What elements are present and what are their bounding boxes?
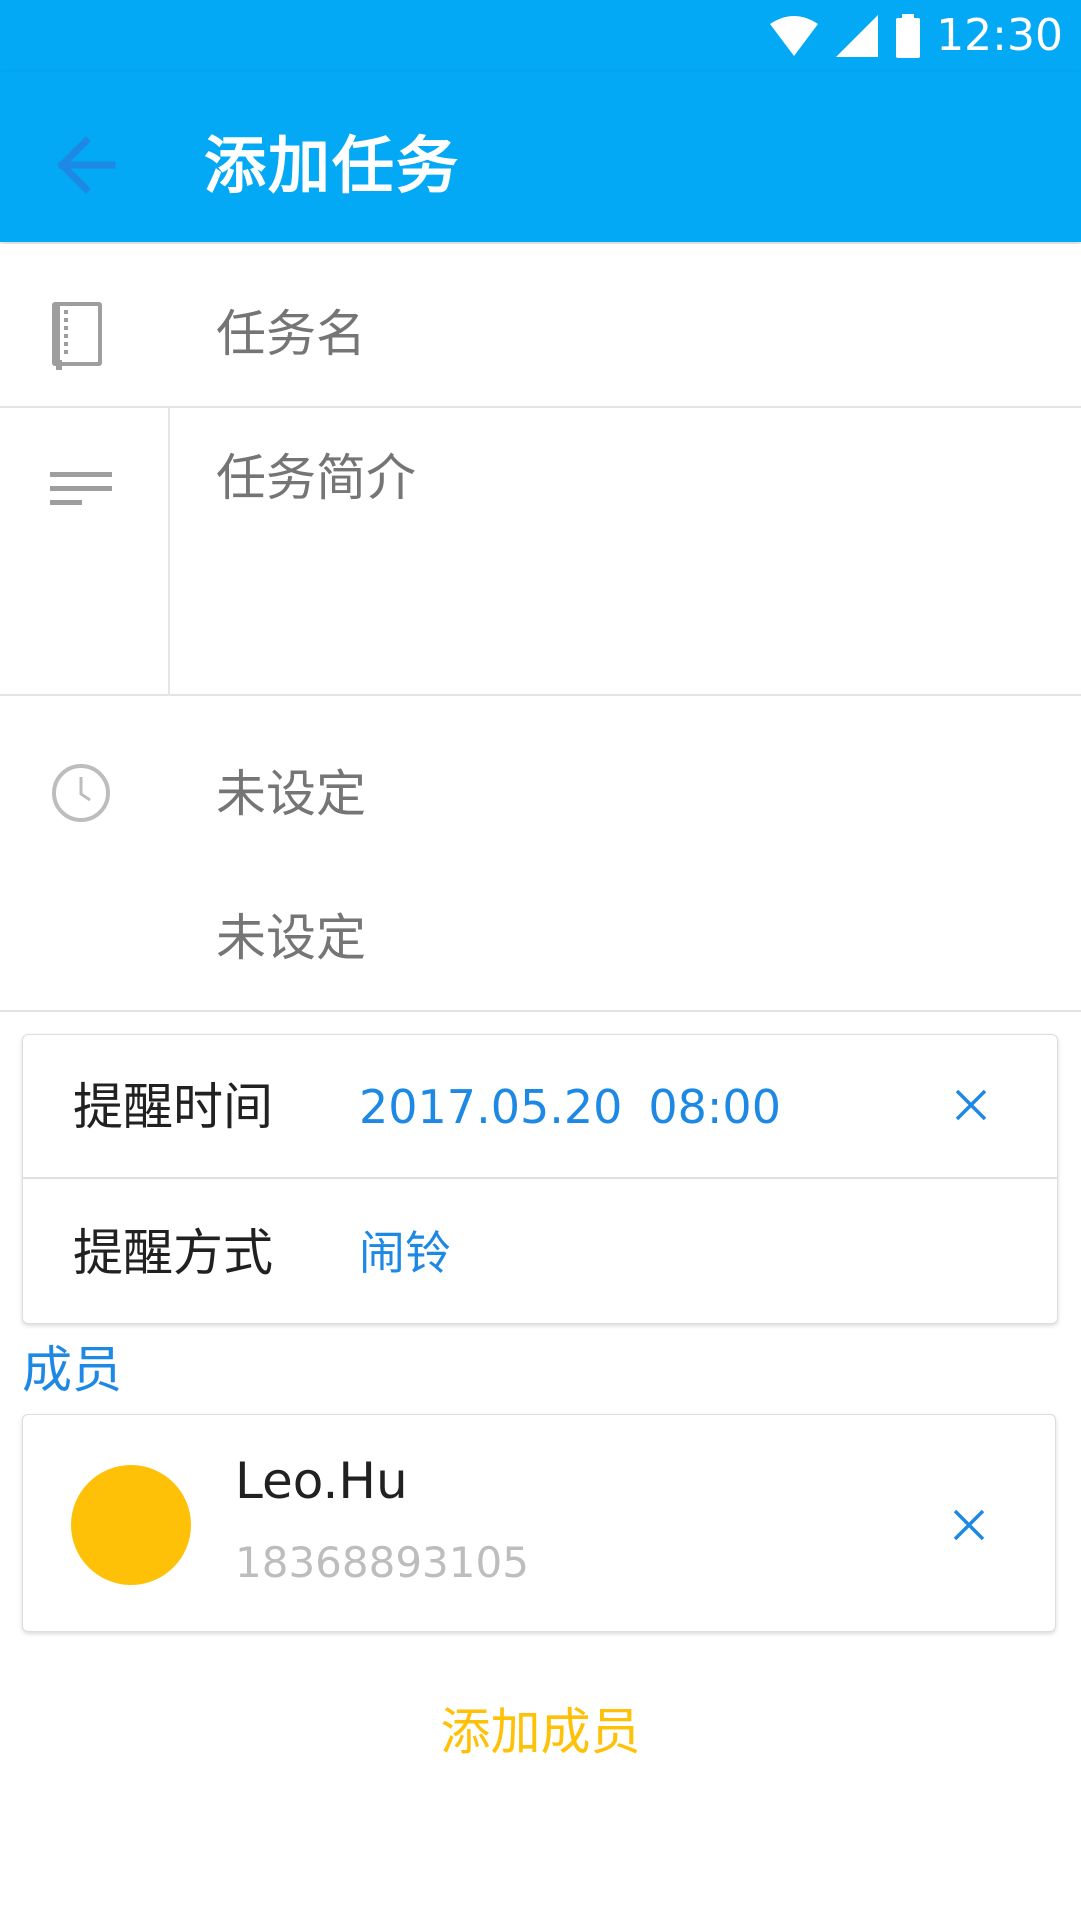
status-time: 12:30: [936, 10, 1063, 61]
task-name-row[interactable]: 任务名: [0, 244, 1081, 408]
status-bar: 12:30: [0, 0, 1081, 72]
reminder-method-label: 提醒方式: [73, 1224, 273, 1282]
member-phone: 18368893105: [235, 1538, 529, 1587]
signal-icon: [836, 15, 879, 57]
description-divider: [168, 408, 170, 696]
close-icon[interactable]: [949, 1083, 993, 1127]
page-title: 添加任务: [204, 129, 461, 202]
reminder-time-row[interactable]: 提醒时间 2017.05.20 08:00: [23, 1035, 1057, 1179]
add-member-button[interactable]: 添加成员: [0, 1700, 1081, 1764]
task-description-row[interactable]: 任务简介: [0, 408, 1081, 696]
wifi-icon: [770, 16, 819, 56]
notebook-icon: [52, 302, 102, 370]
members-title: 成员: [22, 1341, 122, 1399]
task-name-input[interactable]: 任务名: [216, 304, 366, 364]
reminder-method-row[interactable]: 提醒方式 闹铃: [23, 1181, 1057, 1325]
member-name: Leo.Hu: [235, 1452, 408, 1510]
end-time-field[interactable]: 未设定: [216, 908, 366, 968]
reminder-time-label: 提醒时间: [73, 1078, 273, 1136]
arrow-back-icon[interactable]: [48, 127, 124, 203]
task-description-input[interactable]: 任务简介: [216, 448, 416, 508]
notes-icon: [50, 472, 112, 505]
app-bar: 添加任务: [0, 72, 1081, 242]
reminder-clock-time: 08:00: [648, 1080, 781, 1134]
task-time-row: 未设定 未设定: [0, 696, 1081, 1012]
avatar: [71, 1465, 191, 1585]
close-icon[interactable]: [947, 1503, 991, 1547]
battery-icon: [896, 14, 921, 58]
reminder-method-value[interactable]: 闹铃: [359, 1221, 451, 1285]
reminder-card: 提醒时间 2017.05.20 08:00 提醒方式 闹铃: [22, 1034, 1058, 1324]
reminder-time-value[interactable]: 2017.05.20 08:00: [359, 1075, 781, 1139]
start-time-field[interactable]: 未设定: [216, 764, 366, 824]
status-icons: 12:30: [768, 12, 1063, 60]
reminder-date: 2017.05.20: [359, 1080, 623, 1134]
clock-icon: [52, 764, 110, 822]
member-card: Leo.Hu 18368893105: [22, 1414, 1056, 1632]
